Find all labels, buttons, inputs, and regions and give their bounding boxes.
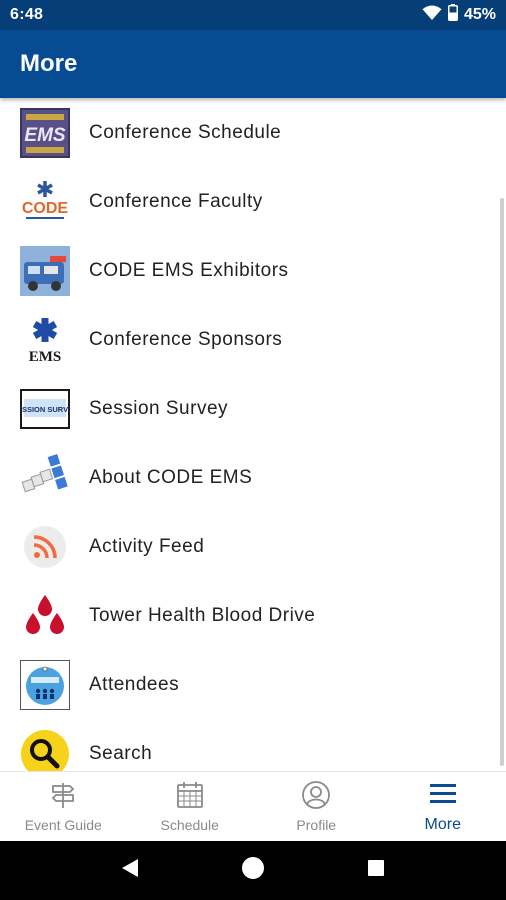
menu-item-conference-faculty[interactable]: CODE Conference Faculty (0, 167, 506, 236)
svg-text:CODE: CODE (22, 200, 69, 217)
tab-label: Event Guide (24, 817, 102, 833)
session-survey-icon: SESSION SURVEY (20, 384, 70, 434)
battery-icon (447, 4, 458, 26)
menu-item-session-survey[interactable]: SESSION SURVEY Session Survey (0, 374, 506, 443)
tab-schedule[interactable]: Schedule (127, 772, 254, 841)
profile-icon (301, 780, 331, 815)
menu-item-label: Conference Sponsors (89, 328, 283, 350)
tab-label: Schedule (160, 817, 219, 833)
menu-item-tower-health-blood-drive[interactable]: Tower Health Blood Drive (0, 581, 506, 650)
attendees-icon (20, 659, 70, 710)
tab-profile[interactable]: Profile (253, 772, 380, 841)
menu-item-label: Tower Health Blood Drive (89, 604, 316, 626)
menu-item-about-code-ems[interactable]: About CODE EMS (0, 443, 506, 512)
menu-item-label: Conference Schedule (89, 121, 282, 143)
battery-percentage: 45% (463, 6, 496, 23)
back-icon[interactable] (119, 857, 141, 884)
calendar-icon (175, 780, 205, 815)
app-bar: More (0, 30, 506, 98)
ems-logo-icon: EMS (20, 107, 70, 158)
menu-item-label: CODE EMS Exhibitors (89, 259, 289, 281)
menu-item-label: Session Survey (89, 397, 229, 419)
menu-item-attendees[interactable]: Attendees (0, 650, 506, 719)
blood-drops-icon (20, 591, 70, 641)
recents-icon[interactable] (365, 857, 387, 884)
signpost-icon (48, 780, 78, 815)
search-icon (20, 729, 70, 771)
more-menu-list[interactable]: EMS Conference Schedule CODE Conference … (0, 98, 506, 771)
svg-text:EMS: EMS (29, 349, 62, 365)
menu-item-label: About CODE EMS (89, 466, 253, 488)
ambulance-icon (20, 245, 70, 296)
code-logo-icon: CODE (20, 176, 70, 227)
menu-item-label: Attendees (89, 673, 180, 695)
tab-more[interactable]: More (380, 772, 506, 841)
menu-item-label: Search (89, 742, 153, 764)
status-icons: 45% (422, 4, 496, 26)
tab-label: Profile (296, 817, 337, 833)
rss-icon (20, 522, 70, 572)
home-icon[interactable] (240, 855, 266, 886)
tab-label: More (424, 816, 461, 833)
scrollbar[interactable] (500, 198, 504, 766)
status-time: 6:48 (10, 6, 44, 23)
tab-event-guide[interactable]: Event Guide (0, 772, 127, 841)
menu-item-conference-schedule[interactable]: EMS Conference Schedule (0, 98, 506, 167)
page-title: More (20, 50, 78, 77)
menu-icon (428, 779, 458, 814)
wifi-icon (422, 4, 442, 26)
menu-item-search[interactable]: Search (0, 719, 506, 771)
bottom-navigation: Event Guide Schedule Profile More (0, 771, 506, 841)
menu-item-conference-sponsors[interactable]: EMS Conference Sponsors (0, 305, 506, 374)
system-navigation-bar (0, 841, 506, 900)
svg-text:SESSION SURVEY: SESSION SURVEY (20, 405, 70, 414)
menu-item-activity-feed[interactable]: Activity Feed (0, 512, 506, 581)
svg-text:EMS: EMS (24, 125, 66, 146)
about-blocks-icon (20, 453, 70, 503)
status-bar: 6:48 45% (0, 0, 506, 30)
star-of-life-icon: EMS (20, 315, 70, 365)
menu-item-label: Conference Faculty (89, 190, 263, 212)
menu-item-label: Activity Feed (89, 535, 205, 557)
menu-item-code-ems-exhibitors[interactable]: CODE EMS Exhibitors (0, 236, 506, 305)
